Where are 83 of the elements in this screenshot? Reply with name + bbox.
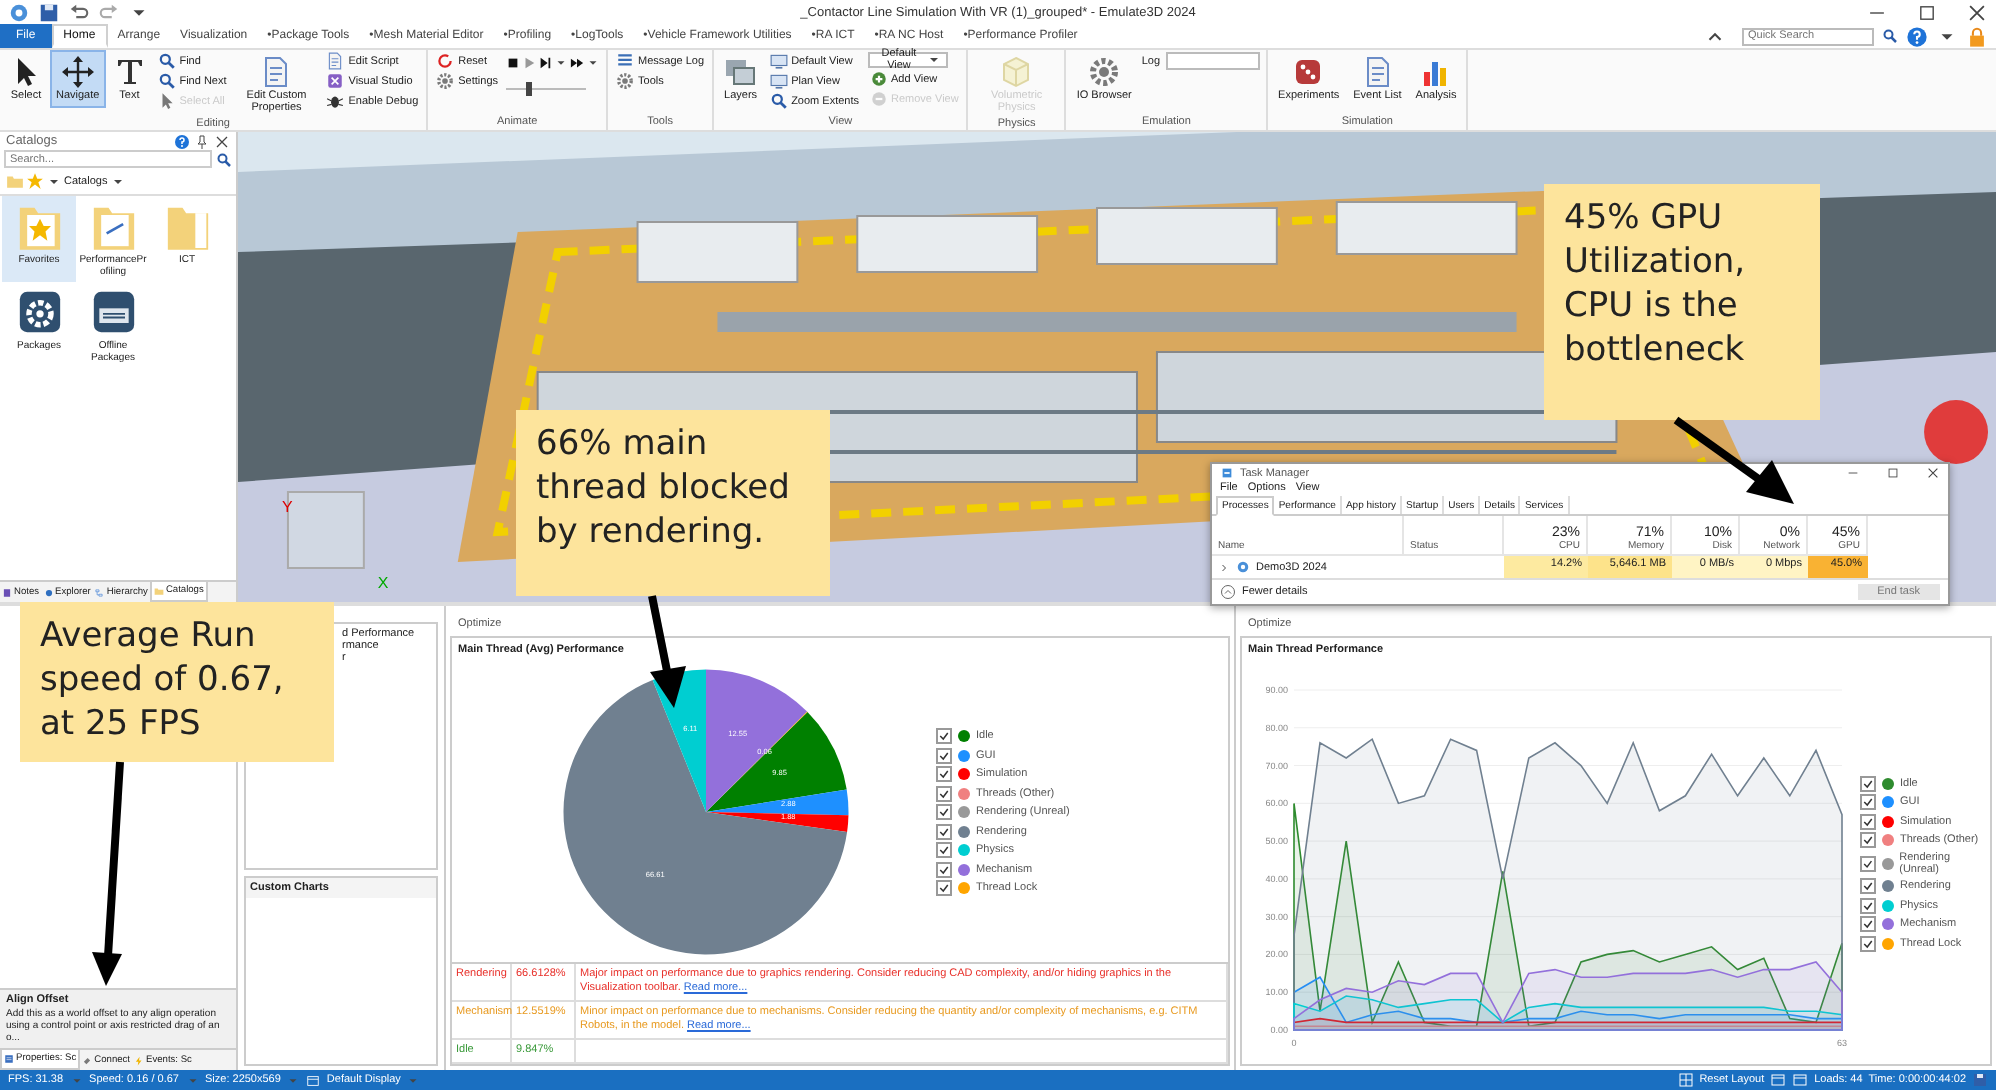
legend-checkbox[interactable] <box>1860 775 1876 791</box>
monitor-icon <box>769 52 788 70</box>
annotation-arrow <box>1673 416 1794 504</box>
undo-icon[interactable] <box>68 1 90 23</box>
axis-label: X <box>377 574 389 592</box>
window-icon[interactable] <box>1792 1072 1809 1088</box>
annotation-callout: 66% main thread blocked by rendering. <box>516 410 830 596</box>
search-icon <box>769 92 788 110</box>
bug-icon <box>326 92 345 110</box>
pin-icon[interactable] <box>194 133 210 149</box>
legend-checkbox[interactable] <box>1860 813 1876 829</box>
close-icon[interactable] <box>214 133 230 149</box>
gear-box-icon <box>17 286 61 338</box>
search-icon <box>157 72 176 90</box>
save-icon[interactable] <box>1972 1072 1988 1088</box>
legend-checkbox[interactable] <box>1860 897 1876 913</box>
app-logo-icon <box>1236 560 1250 574</box>
legend-checkbox[interactable] <box>1860 794 1876 810</box>
close-icon[interactable] <box>1966 1 1988 23</box>
folder-icon <box>153 586 164 596</box>
move-icon <box>61 56 94 88</box>
gear-icon <box>436 72 455 90</box>
legend-checkbox[interactable] <box>936 880 952 896</box>
monitor-icon <box>769 72 788 90</box>
search-icon[interactable] <box>216 151 232 167</box>
reset-icon <box>436 52 455 70</box>
legend-checkbox[interactable] <box>936 766 952 782</box>
gear-icon <box>616 72 635 90</box>
plus-icon <box>869 70 887 88</box>
legend-checkbox[interactable] <box>936 842 952 858</box>
tree-icon <box>94 587 105 597</box>
dice-icon <box>1292 56 1325 88</box>
annotation-callout: 45% GPU Utilization, CPU is the bottleneck <box>1544 184 1820 420</box>
layers-icon <box>724 56 757 88</box>
legend-checkbox[interactable] <box>936 823 952 839</box>
gear-icon <box>1088 56 1121 88</box>
text-tool-icon <box>113 56 146 88</box>
maximize-icon[interactable] <box>1916 1 1938 23</box>
star-icon[interactable] <box>26 172 44 190</box>
caret-icon[interactable] <box>586 56 601 70</box>
props-icon <box>4 1054 14 1064</box>
legend-checkbox[interactable] <box>1860 916 1876 932</box>
close-icon[interactable] <box>1926 466 1940 480</box>
annotation-callout: Average Run speed of 0.67, at 25 FPS <box>20 602 334 762</box>
legend-checkbox[interactable] <box>1860 878 1876 894</box>
cursor-icon <box>157 92 176 110</box>
legend-checkbox[interactable] <box>936 747 952 763</box>
help-icon[interactable] <box>174 133 190 149</box>
help-icon[interactable] <box>1906 25 1928 47</box>
legend-checkbox[interactable] <box>1860 832 1876 848</box>
legend-checkbox[interactable] <box>1860 855 1876 871</box>
collapse-icon[interactable] <box>1220 584 1236 600</box>
window-icon[interactable] <box>1770 1072 1787 1088</box>
layout-icon[interactable] <box>1677 1072 1694 1088</box>
list-icon <box>616 52 635 70</box>
legend-checkbox[interactable] <box>1860 935 1876 951</box>
cube-icon <box>1000 56 1033 88</box>
legend-checkbox[interactable] <box>936 785 952 801</box>
log-input-field[interactable] <box>1166 52 1261 70</box>
speed-slider[interactable] <box>506 88 587 102</box>
legend-checkbox[interactable] <box>936 728 952 744</box>
caret-icon <box>925 52 941 68</box>
tile-icon <box>326 72 345 90</box>
note-icon <box>2 587 12 597</box>
dot-icon <box>43 587 54 597</box>
fast-forward-icon[interactable] <box>570 56 585 70</box>
package-box-icon <box>91 286 135 338</box>
minus-icon <box>869 90 887 108</box>
document-icon <box>1361 56 1394 88</box>
bolt-icon <box>134 1055 145 1065</box>
window-icon <box>306 1073 321 1087</box>
axis-label: Y <box>281 498 293 516</box>
step-icon[interactable] <box>538 56 553 70</box>
search-icon <box>157 52 176 70</box>
search-icon[interactable] <box>1882 28 1898 44</box>
slider-thumb[interactable] <box>526 82 533 96</box>
caret-icon[interactable] <box>554 56 569 70</box>
legend-checkbox[interactable] <box>936 861 952 877</box>
save-icon[interactable] <box>38 1 60 23</box>
document-icon <box>260 56 293 88</box>
annotation-arrow <box>648 595 686 708</box>
legend-checkbox[interactable] <box>936 804 952 820</box>
stop-icon[interactable] <box>506 56 521 70</box>
